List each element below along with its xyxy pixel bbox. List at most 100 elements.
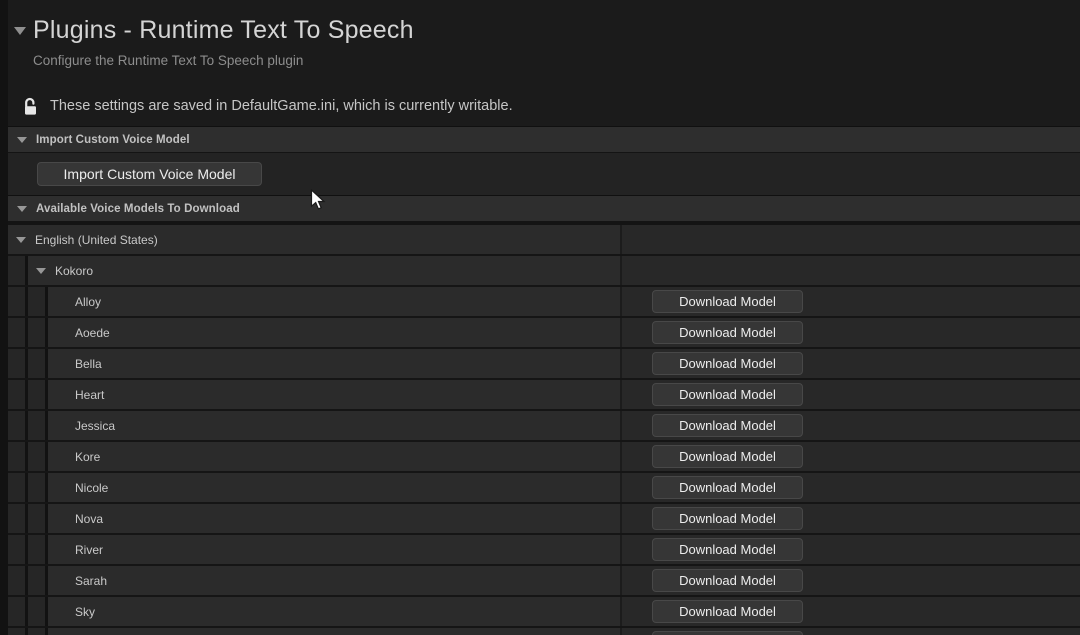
language-value-cell: [622, 225, 1080, 254]
indent-guide: [28, 442, 45, 471]
voice-row-partial[interactable]: Download Model: [0, 628, 1080, 635]
download-button-label: Download Model: [679, 480, 776, 495]
voice-row[interactable]: Sarah Download Model: [0, 566, 1080, 597]
page-collapse-arrow-icon[interactable]: [14, 27, 26, 35]
indent-guide: [8, 256, 25, 285]
page-header: Plugins - Runtime Text To Speech Configu…: [0, 0, 1080, 86]
language-row-english-united-states[interactable]: English (United States): [0, 225, 1080, 256]
download-button-label: Download Model: [679, 573, 776, 588]
download-model-button[interactable]: Download Model: [652, 476, 803, 499]
voice-name-cell: Aoede: [48, 318, 620, 347]
voice-value-cell: Download Model: [622, 318, 1080, 347]
section-header-import-custom-voice-model[interactable]: Import Custom Voice Model: [0, 126, 1080, 153]
indent-guide: [8, 597, 25, 626]
voice-name: Nova: [75, 512, 103, 526]
download-button-label: Download Model: [679, 542, 776, 557]
row-collapse-arrow-icon[interactable]: [16, 237, 26, 243]
download-model-button[interactable]: Download Model: [652, 352, 803, 375]
import-custom-voice-model-row: Import Custom Voice Model: [0, 153, 1080, 195]
download-model-button[interactable]: Download Model: [652, 569, 803, 592]
indent-guide: [8, 349, 25, 378]
download-button-label: Download Model: [679, 418, 776, 433]
voice-row[interactable]: Nova Download Model: [0, 504, 1080, 535]
page-title: Plugins - Runtime Text To Speech: [33, 16, 414, 45]
voice-name: Nicole: [75, 481, 108, 495]
voice-row[interactable]: Sky Download Model: [0, 597, 1080, 628]
indent-guide: [28, 535, 45, 564]
left-gutter-strip: [0, 0, 8, 635]
import-button-label: Import Custom Voice Model: [64, 166, 236, 182]
voice-name: Sky: [75, 605, 95, 619]
indent-guide: [28, 380, 45, 409]
indent-guide: [28, 318, 45, 347]
download-model-button[interactable]: Download Model: [652, 445, 803, 468]
voice-name: Alloy: [75, 295, 101, 309]
voice-row[interactable]: Kore Download Model: [0, 442, 1080, 473]
voice-row[interactable]: Heart Download Model: [0, 380, 1080, 411]
config-notice-bar: These settings are saved in DefaultGame.…: [0, 86, 1080, 126]
indent-guide: [8, 442, 25, 471]
voice-name-cell: Heart: [48, 380, 620, 409]
mouse-cursor-icon: [310, 189, 326, 216]
voice-value-cell: Download Model: [622, 411, 1080, 440]
indent-guide: [28, 628, 45, 635]
voice-name: Bella: [75, 357, 102, 371]
voice-name-cell: Sky: [48, 597, 620, 626]
voice-name: Sarah: [75, 574, 107, 588]
voice-name-cell: Alloy: [48, 287, 620, 316]
voice-value-cell: Download Model: [622, 442, 1080, 471]
model-group-row-kokoro[interactable]: Kokoro: [0, 256, 1080, 287]
voice-row[interactable]: Aoede Download Model: [0, 318, 1080, 349]
indent-guide: [28, 349, 45, 378]
indent-guide: [8, 287, 25, 316]
download-button-label: Download Model: [679, 356, 776, 371]
section-collapse-arrow-icon[interactable]: [17, 137, 27, 143]
download-model-button[interactable]: Download Model: [652, 631, 803, 635]
download-button-label: Download Model: [679, 387, 776, 402]
unlocked-padlock-icon: [22, 97, 39, 116]
download-model-button[interactable]: Download Model: [652, 383, 803, 406]
config-notice-text: These settings are saved in DefaultGame.…: [50, 98, 513, 114]
voice-value-cell: Download Model: [622, 349, 1080, 378]
indent-guide: [8, 504, 25, 533]
model-group-value-cell: [622, 256, 1080, 285]
voice-name: Heart: [75, 388, 104, 402]
indent-guide: [28, 597, 45, 626]
voice-name: River: [75, 543, 103, 557]
settings-page: Plugins - Runtime Text To Speech Configu…: [0, 0, 1080, 635]
voice-name: Aoede: [75, 326, 110, 340]
download-model-button[interactable]: Download Model: [652, 290, 803, 313]
voice-row[interactable]: Jessica Download Model: [0, 411, 1080, 442]
page-subtitle: Configure the Runtime Text To Speech plu…: [33, 53, 1080, 68]
voice-row[interactable]: Bella Download Model: [0, 349, 1080, 380]
voice-name-cell: Nova: [48, 504, 620, 533]
voice-name: Kore: [75, 450, 100, 464]
voice-name-cell: Nicole: [48, 473, 620, 502]
download-button-label: Download Model: [679, 294, 776, 309]
voice-row[interactable]: River Download Model: [0, 535, 1080, 566]
indent-guide: [8, 473, 25, 502]
voice-value-cell: Download Model: [622, 535, 1080, 564]
indent-guide: [8, 411, 25, 440]
row-collapse-arrow-icon[interactable]: [36, 268, 46, 274]
indent-guide: [28, 473, 45, 502]
voice-name: Jessica: [75, 419, 115, 433]
voice-value-cell: Download Model: [622, 597, 1080, 626]
section-header-available-voice-models[interactable]: Available Voice Models To Download: [0, 195, 1080, 222]
voice-name-cell: Kore: [48, 442, 620, 471]
download-model-button[interactable]: Download Model: [652, 600, 803, 623]
language-label: English (United States): [35, 233, 158, 247]
download-model-button[interactable]: Download Model: [652, 507, 803, 530]
voice-row[interactable]: Alloy Download Model: [0, 287, 1080, 318]
download-model-button[interactable]: Download Model: [652, 321, 803, 344]
model-group-name-cell: Kokoro: [28, 256, 620, 285]
voice-row[interactable]: Nicole Download Model: [0, 473, 1080, 504]
download-model-button[interactable]: Download Model: [652, 414, 803, 437]
import-custom-voice-model-button[interactable]: Import Custom Voice Model: [37, 162, 262, 186]
indent-guide: [8, 628, 25, 635]
model-group-label: Kokoro: [55, 264, 93, 278]
section-header-label: Available Voice Models To Download: [36, 203, 240, 215]
download-model-button[interactable]: Download Model: [652, 538, 803, 561]
voice-value-cell: Download Model: [622, 287, 1080, 316]
section-collapse-arrow-icon[interactable]: [17, 206, 27, 212]
